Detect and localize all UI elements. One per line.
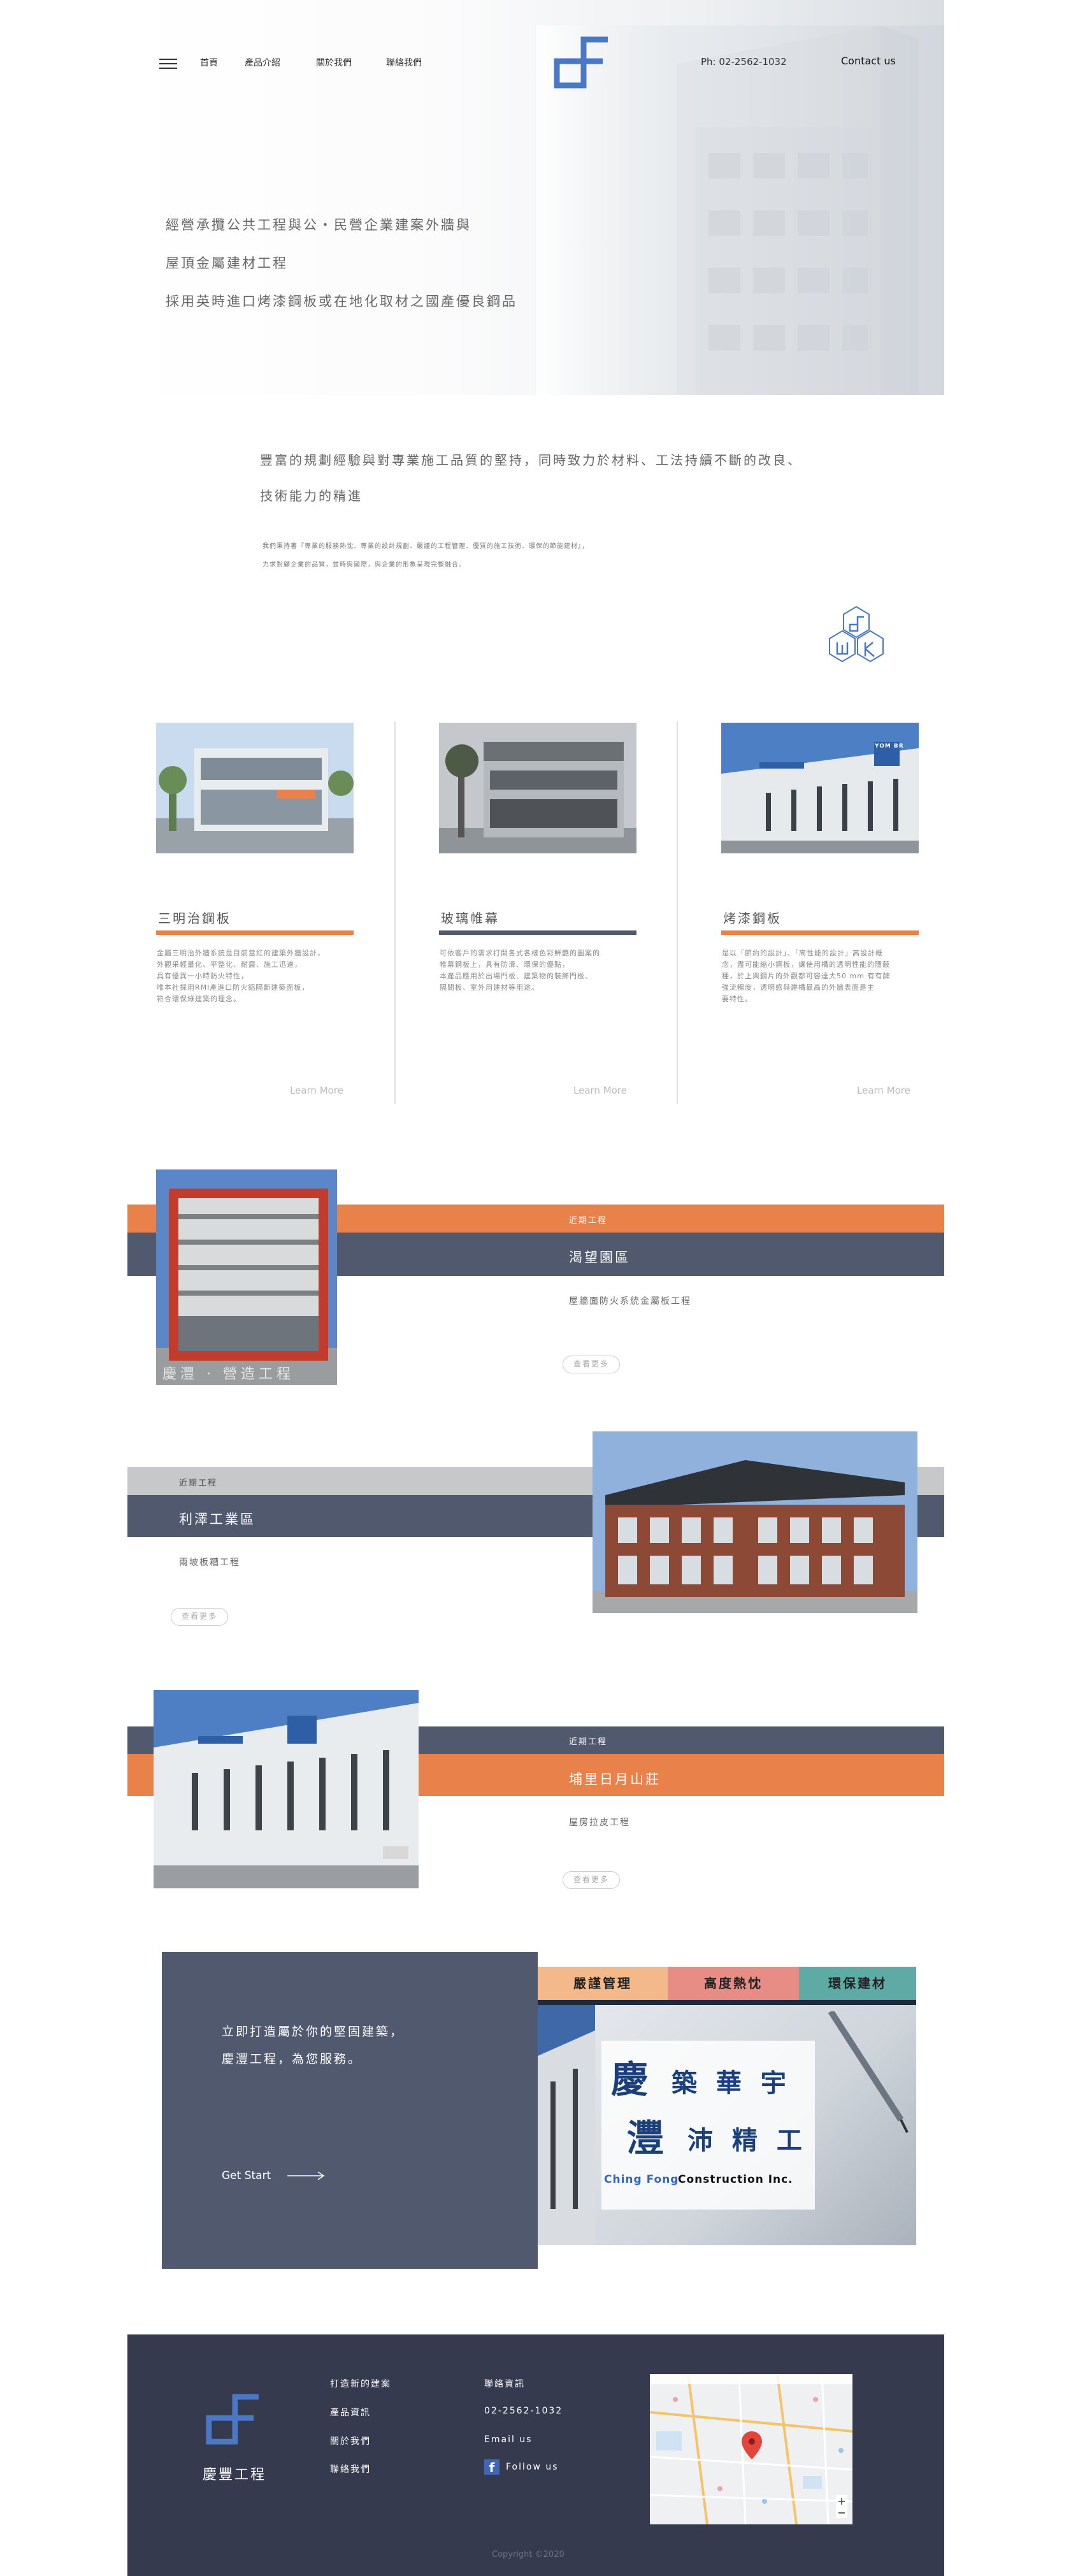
hero-text-line: 採用英時進口烤漆鋼板或在地化取材之國產優良鋼品 bbox=[166, 294, 517, 309]
banner-slogan: 築 華 宇 bbox=[672, 2068, 791, 2098]
project-label: 近期工程 bbox=[179, 1479, 218, 1488]
banner-tag: 高度熱忱 bbox=[668, 1967, 799, 2000]
intro-body-line: 我們秉持著『專業的服務熱忱、專業的設計規劃、嚴謹的工程管理、優質的施工技術、環保… bbox=[262, 543, 589, 550]
cta-text-line: 立即打造屬於你的堅固建築， bbox=[222, 2025, 405, 2039]
intro-heading-line: 技術能力的精進 bbox=[260, 488, 363, 503]
desc-line: 是以「節約的設計」、「高性能的設計」高設計概 bbox=[722, 949, 883, 957]
product-title[interactable]: 三明治鋼板 bbox=[158, 908, 231, 927]
product-divider bbox=[394, 721, 396, 1104]
footer-email-link[interactable]: Email us bbox=[484, 2435, 532, 2445]
product-title[interactable]: 玻璃帷幕 bbox=[441, 908, 500, 927]
product-title[interactable]: 烤漆鋼板 bbox=[723, 908, 782, 927]
product-image-sandwich-panel[interactable] bbox=[156, 723, 354, 853]
project-subtitle: 屋房拉皮工程 bbox=[569, 1818, 630, 1828]
desc-line: 外觀采輕量化、平整化、耐震、施工迅速， bbox=[157, 960, 302, 969]
desc-line: 可依客戶的需求打開各式各樣色彩鮮艷的圖案的 bbox=[440, 949, 600, 957]
facebook-icon: f bbox=[484, 2459, 500, 2475]
photo-caption: 慶灃 · 營造工程 bbox=[162, 1366, 294, 1382]
footer-link[interactable]: 產品資訊 bbox=[330, 2406, 371, 2419]
product-accent-bar bbox=[156, 930, 354, 935]
header-phone: Ph: 02-2562-1032 bbox=[701, 56, 787, 68]
learn-more-link[interactable]: Learn More bbox=[573, 1085, 627, 1096]
get-start-label: Get Start bbox=[222, 2169, 271, 2182]
project-subtitle: 屋牆面防火系統金屬板工程 bbox=[569, 1296, 691, 1306]
product-image-glass-curtain[interactable] bbox=[439, 723, 636, 853]
menu-icon[interactable] bbox=[159, 59, 177, 69]
banner-pen-icon bbox=[828, 2011, 909, 2133]
banner-tag: 嚴謹管理 bbox=[538, 1967, 668, 2000]
company-banner-image: 嚴謹管理 高度熱忱 環保建材 慶 築 華 宇 灃 沛 精 工 Ching Fon… bbox=[538, 1967, 916, 2245]
project-name[interactable]: 利澤工業區 bbox=[179, 1509, 255, 1528]
arrow-right-icon bbox=[287, 2171, 324, 2180]
product-divider bbox=[677, 721, 678, 1104]
intro-heading-line: 豐富的規劃經驗與對專業施工品質的堅持，同時致力於材料、工法持續不斷的改良、 bbox=[260, 452, 802, 468]
footer-phone[interactable]: 02-2562-1032 bbox=[484, 2406, 563, 2416]
desc-line: 強流暢度，透明感與建構最高的外牆表面是主 bbox=[722, 983, 875, 992]
building-sign-text: YOM BR bbox=[875, 743, 904, 749]
desc-line: 要特性。 bbox=[722, 995, 752, 1003]
cta-text-line: 慶灃工程，為您服務。 bbox=[222, 2052, 363, 2066]
banner-big-char: 慶 bbox=[611, 2058, 649, 2101]
desc-line: 本產品應用於出場門板、建築物的裝飾門板、 bbox=[440, 972, 593, 980]
desc-line: 種，於上與鋼片的外觀都可容達大50 mm 有有牌 bbox=[722, 972, 891, 980]
project-image-lize[interactable] bbox=[593, 1431, 917, 1613]
hero-text-line: 經營承攬公共工程與公・民營企業建案外牆與 bbox=[166, 217, 471, 233]
footer-link[interactable]: 關於我們 bbox=[330, 2435, 371, 2447]
footer-logo-icon[interactable] bbox=[203, 2393, 261, 2445]
see-more-button[interactable]: 查看更多 bbox=[563, 1871, 620, 1889]
footer-link[interactable]: 聯絡我們 bbox=[330, 2463, 371, 2475]
product-description: 可依客戶的需求打開各式各樣色彩鮮艷的圖案的 帷幕鋼板上，具有防滑、環保的優點， … bbox=[440, 948, 637, 994]
project-label: 近期工程 bbox=[569, 1216, 608, 1226]
banner-building-photo bbox=[538, 2005, 595, 2245]
company-logo-icon[interactable] bbox=[552, 36, 609, 89]
footer-follow-link[interactable]: f Follow us bbox=[484, 2459, 559, 2475]
banner-big-char: 灃 bbox=[627, 2117, 665, 2160]
desc-line: 念，盡可能縮小鋼板，讓使用構的透明性能的隱蔽 bbox=[722, 960, 890, 969]
project-image-kewang[interactable] bbox=[156, 1169, 337, 1385]
project-name[interactable]: 渴望園區 bbox=[569, 1247, 630, 1266]
hero-section: 首頁 產品介紹 關於我們 聯絡我們 Ph: 02-2562-1032 Conta… bbox=[127, 0, 944, 395]
see-more-button[interactable]: 查看更多 bbox=[171, 1608, 228, 1626]
copyright-text: Copyright ©2020 bbox=[492, 2550, 564, 2559]
nav-item-home[interactable]: 首頁 bbox=[200, 56, 218, 69]
project-image-sun-moon[interactable] bbox=[154, 1690, 419, 1888]
location-map[interactable] bbox=[650, 2374, 852, 2524]
project-subtitle: 兩坡板糟工程 bbox=[179, 1558, 240, 1568]
nav-item-contact[interactable]: 聯絡我們 bbox=[386, 56, 422, 69]
footer-link[interactable]: 打造新的建案 bbox=[330, 2377, 391, 2390]
hero-text-line: 屋頂金屬建材工程 bbox=[166, 256, 288, 271]
cta-panel: 立即打造屬於你的堅固建築， 慶灃工程，為您服務。 Get Start bbox=[162, 1952, 538, 2269]
desc-line: 唯本社採用RMI產進口防火鋁隔斷建築面板， bbox=[157, 983, 310, 992]
nav-item-about[interactable]: 關於我們 bbox=[316, 56, 352, 69]
banner-slogan: 沛 精 工 bbox=[687, 2125, 807, 2155]
hexagon-emblem-icon bbox=[829, 605, 884, 663]
learn-more-link[interactable]: Learn More bbox=[857, 1085, 910, 1096]
banner-english-name: Construction Inc. bbox=[678, 2173, 793, 2186]
product-image-painted-steel[interactable] bbox=[721, 723, 919, 853]
desc-line: 隔間板、室外用建材等用途。 bbox=[440, 983, 539, 992]
product-description: 是以「節約的設計」、「高性能的設計」高設計概 念，盡可能縮小鋼板，讓使用構的透明… bbox=[722, 948, 919, 1005]
follow-us-label: Follow us bbox=[506, 2462, 559, 2472]
footer: 慶豐工程 打造新的建案 產品資訊 關於我們 聯絡我們 聯絡資訊 02-2562-… bbox=[127, 2334, 944, 2576]
nav-item-products[interactable]: 產品介紹 bbox=[245, 56, 280, 69]
product-accent-bar bbox=[439, 930, 636, 935]
banner-tag: 環保建材 bbox=[799, 1967, 916, 2000]
get-start-button[interactable]: Get Start bbox=[222, 2169, 326, 2182]
see-more-button[interactable]: 查看更多 bbox=[563, 1356, 620, 1373]
intro-body-line: 力求對顧企業的品質，並時與國際，與企業的形象呈現完整融合。 bbox=[262, 561, 466, 568]
project-name[interactable]: 埔里日月山莊 bbox=[569, 1769, 661, 1788]
product-accent-bar bbox=[721, 930, 919, 935]
desc-line: 具有優異一小時防火特性， bbox=[157, 972, 248, 980]
learn-more-link[interactable]: Learn More bbox=[290, 1085, 343, 1096]
footer-brand-name: 慶豐工程 bbox=[203, 2467, 267, 2483]
banner-english-name: Ching Fong bbox=[604, 2173, 679, 2186]
contact-us-link[interactable]: Contact us bbox=[841, 55, 896, 67]
product-description: 金屬三明治外牆系統是目前當紅的建築外牆設計， 外觀采輕量化、平整化、耐震、施工迅… bbox=[157, 948, 354, 1005]
footer-contact-title: 聯絡資訊 bbox=[484, 2379, 525, 2389]
desc-line: 符合環保綠建築的理念。 bbox=[157, 995, 241, 1003]
desc-line: 金屬三明治外牆系統是目前當紅的建築外牆設計， bbox=[157, 949, 325, 957]
desc-line: 帷幕鋼板上，具有防滑、環保的優點， bbox=[440, 960, 570, 969]
project-label: 近期工程 bbox=[569, 1737, 608, 1747]
